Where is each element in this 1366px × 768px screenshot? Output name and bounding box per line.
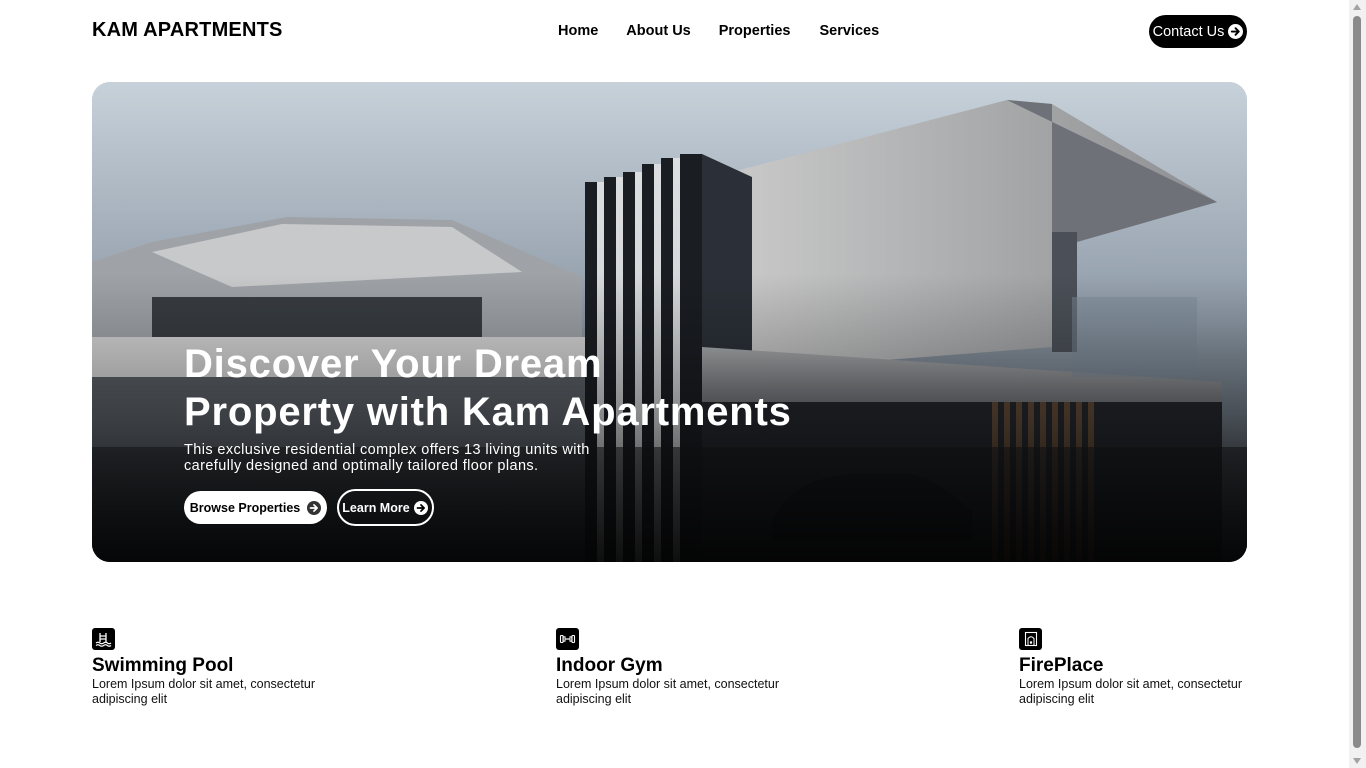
contact-us-label: Contact Us xyxy=(1152,23,1225,40)
learn-more-label: Learn More xyxy=(342,500,410,515)
hero-subtitle: This exclusive residential complex offer… xyxy=(184,442,590,474)
scroll-down-arrow-icon[interactable] xyxy=(1353,758,1361,764)
scrollbar-thumb[interactable] xyxy=(1353,16,1361,748)
main-nav: Home About Us Properties Services xyxy=(558,23,879,39)
nav-home[interactable]: Home xyxy=(558,23,598,39)
feature-description: Lorem Ipsum dolor sit amet, consectetur … xyxy=(556,677,780,706)
page-scrollbar[interactable] xyxy=(1349,0,1366,768)
contact-us-button[interactable]: Contact Us xyxy=(1149,15,1247,48)
feature-title: Indoor Gym xyxy=(556,655,663,676)
brand-logo[interactable]: KAM APARTMENTS xyxy=(92,19,283,42)
feature-fireplace: FirePlace Lorem Ipsum dolor sit amet, co… xyxy=(1019,628,1259,707)
browse-properties-button[interactable]: Browse Properties xyxy=(184,491,327,524)
dumbbell-icon xyxy=(556,628,579,650)
fireplace-icon xyxy=(1019,628,1042,650)
learn-more-button[interactable]: Learn More xyxy=(337,489,434,526)
browse-properties-label: Browse Properties xyxy=(189,500,301,515)
hero-title: Discover Your Dream Property with Kam Ap… xyxy=(184,342,792,434)
nav-services[interactable]: Services xyxy=(819,23,879,39)
arrow-right-circle-icon xyxy=(306,500,321,515)
swimming-pool-icon xyxy=(92,628,115,650)
feature-title: FirePlace xyxy=(1019,655,1104,676)
feature-description: Lorem Ipsum dolor sit amet, consectetur … xyxy=(1019,677,1243,706)
arrow-right-circle-icon xyxy=(414,500,429,515)
hero-banner: Discover Your Dream Property with Kam Ap… xyxy=(92,82,1247,562)
nav-about-us[interactable]: About Us xyxy=(626,23,690,39)
feature-title: Swimming Pool xyxy=(92,655,234,676)
feature-description: Lorem Ipsum dolor sit amet, consectetur … xyxy=(92,677,316,706)
nav-properties[interactable]: Properties xyxy=(719,23,791,39)
scroll-up-arrow-icon[interactable] xyxy=(1353,4,1361,10)
feature-swimming-pool: Swimming Pool Lorem Ipsum dolor sit amet… xyxy=(92,628,332,707)
arrow-right-circle-icon xyxy=(1228,24,1244,39)
feature-indoor-gym: Indoor Gym Lorem Ipsum dolor sit amet, c… xyxy=(556,628,796,707)
